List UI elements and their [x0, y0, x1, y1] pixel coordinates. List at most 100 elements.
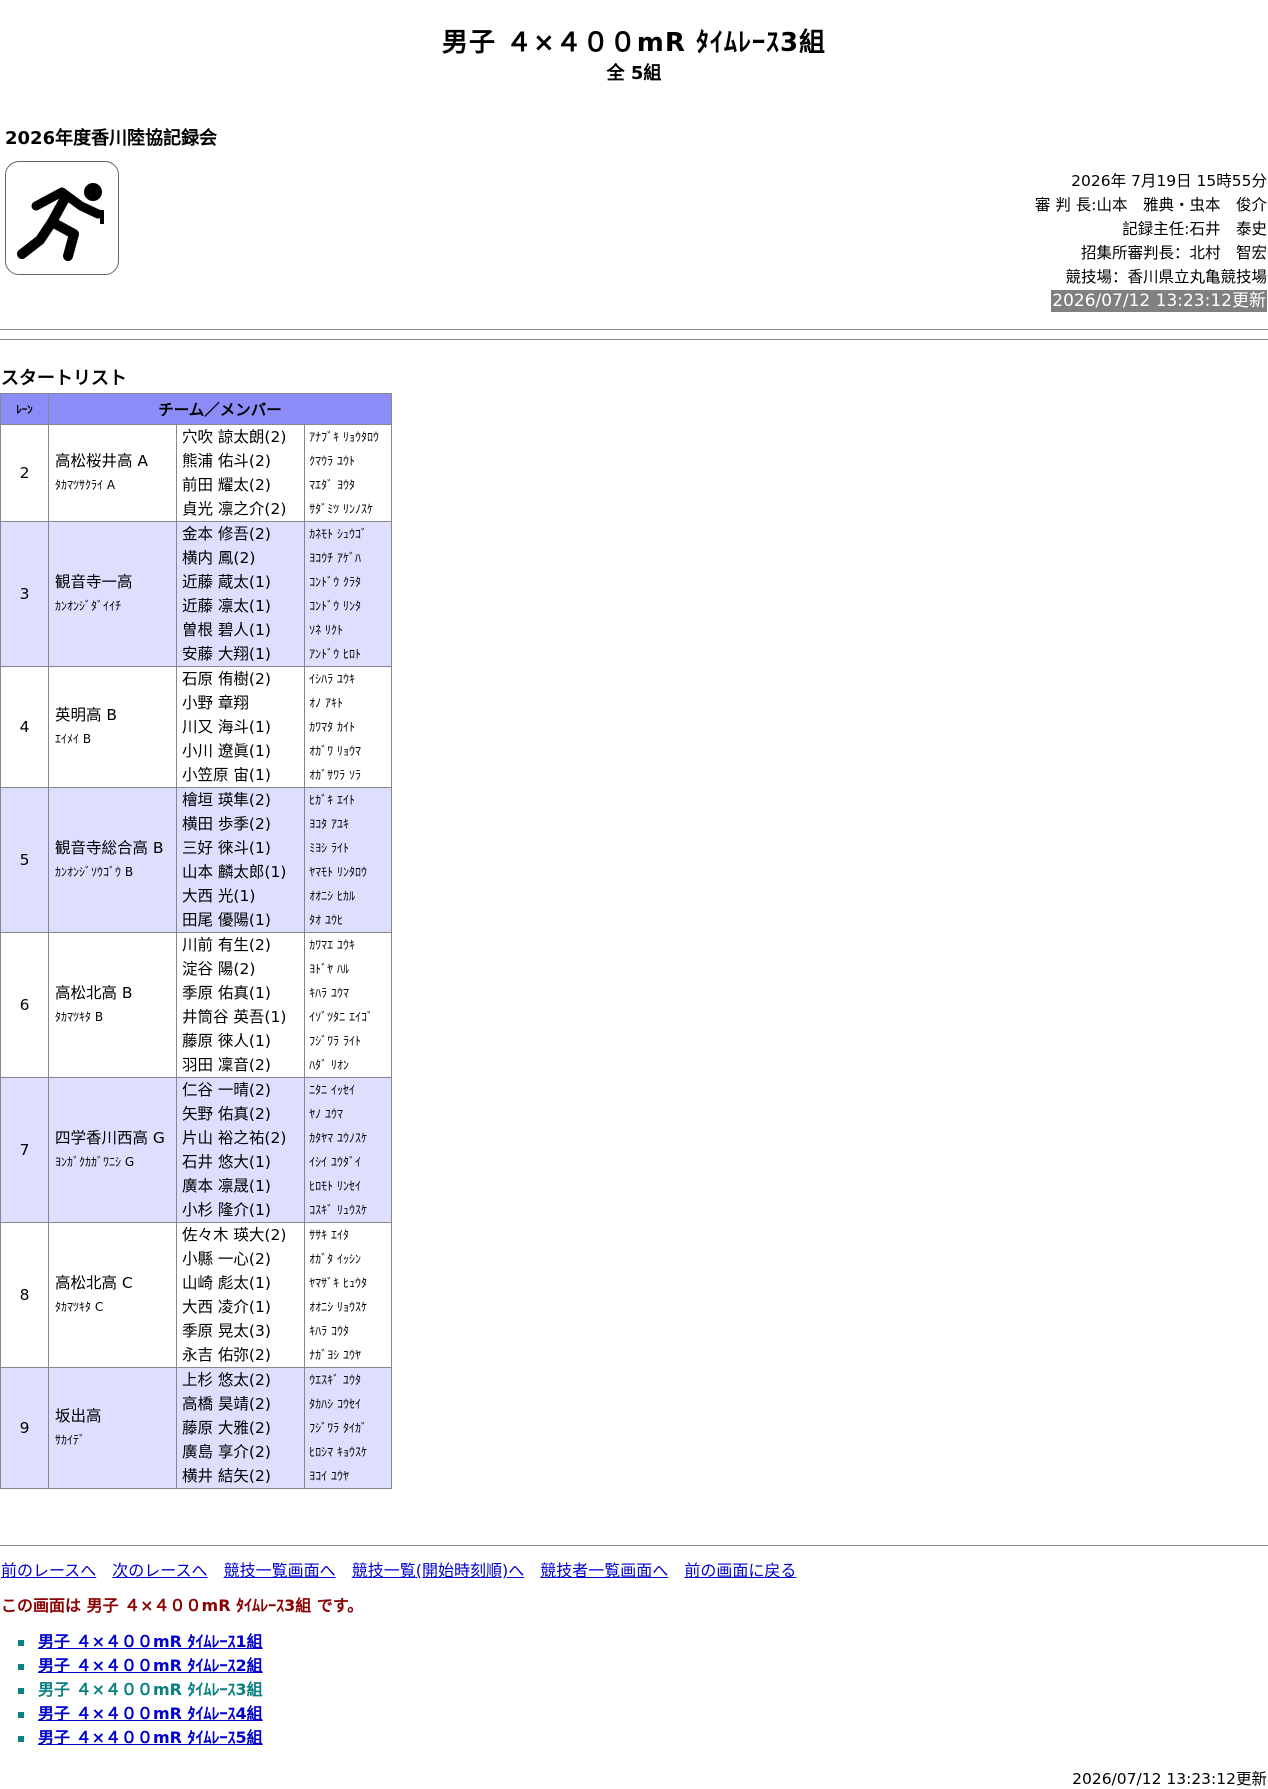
- event-datetime: 2026年 7月19日 15時55分: [1071, 172, 1267, 190]
- member-kana: ﾐﾖｼ ﾗｲﾄ: [309, 841, 349, 855]
- race-list-item: 男子 ４×４００mR ﾀｲﾑﾚｰｽ4組: [18, 1702, 263, 1726]
- lane-cell: 5: [0, 787, 49, 933]
- member-kana: ﾅｶﾞﾖｼ ﾕｳﾔ: [309, 1348, 361, 1362]
- table-row: 8 高松北高 C ﾀｶﾏﾂｷﾀ C 佐々木 瑛大(2) 小縣 一心(2) 山崎 彪太(1)…: [0, 1222, 392, 1368]
- member-name: 金本 修吾(2): [182, 525, 271, 543]
- member-kana: ﾋﾛｼﾏ ｷｮｳｽｹ: [309, 1445, 367, 1459]
- table-row: 7 四学香川西高 G ﾖﾝｶﾞｸｶｶﾞﾜﾆｼ G 仁谷 一晴(2) 矢野 佑真(2) 片山…: [0, 1077, 392, 1223]
- member-kana: ｳｴｽｷﾞ ﾕｳﾀ: [309, 1373, 361, 1387]
- members-cell: 金本 修吾(2) 横内 鳳(2) 近藤 蔵太(1) 近藤 凛太(1) 曽根 碧人(1) 安…: [175, 521, 306, 667]
- bullet-icon: [18, 1663, 24, 1670]
- members-kana-cell: ｲｼﾊﾗ ﾕｳｷ ｵﾉ ｱｷﾄ ｶﾜﾏﾀ ｶｲﾄ ｵｶﾞﾜ ﾘｮｳﾏ ｵｶﾞｻﾜﾗ ｿﾗ: [304, 666, 392, 788]
- member-kana: ﾖｺｳﾁ ｱｹﾞﾊ: [309, 551, 361, 565]
- updated-timestamp: 2026/07/12 13:23:12更新: [1051, 290, 1267, 312]
- event-list-link[interactable]: 競技一覧画面へ: [224, 1561, 336, 1580]
- member-kana: ｵｵﾆｼ ﾘｮｳｽｹ: [309, 1300, 367, 1314]
- members-kana-cell: ﾆﾀﾆ ｲｯｾｲ ﾔﾉ ﾕｳﾏ ｶﾀﾔﾏ ﾕｳﾉｽｹ ｲｼｲ ﾕｳﾀﾞｲ ﾋﾛﾓﾄ ﾘﾝ…: [304, 1077, 392, 1223]
- team-header: チーム／メンバー: [48, 393, 392, 425]
- table-row: 6 高松北高 B ﾀｶﾏﾂｷﾀ B 川前 有生(2) 淀谷 陽(2) 季原 佑真(1) 井筒…: [0, 932, 392, 1078]
- prev-race-link[interactable]: 前のレースへ: [1, 1561, 96, 1580]
- member-name: 山本 麟太郎(1): [182, 863, 287, 881]
- event-info: 2026年 7月19日 15時55分 審 判 長:山本 雅典・虫本 俊介 記録主…: [1035, 169, 1267, 313]
- member-name: 熊浦 佑斗(2): [182, 452, 271, 470]
- member-kana: ｲｼﾊﾗ ﾕｳｷ: [309, 672, 355, 686]
- venue: 競技場：香川県立丸亀競技場: [1065, 268, 1267, 286]
- members-cell: 上杉 悠太(2) 高橋 昊靖(2) 藤原 大雅(2) 廣島 享介(2) 横井 結矢(2): [175, 1367, 306, 1489]
- athlete-list-link[interactable]: 競技者一覧画面へ: [540, 1561, 668, 1580]
- members-kana-cell: ｶﾈﾓﾄ ｼｭｳｺﾞ ﾖｺｳﾁ ｱｹﾞﾊ ｺﾝﾄﾞｳ ｸﾗﾀ ｺﾝﾄﾞｳ ﾘﾝﾀ ｿﾈ …: [304, 521, 392, 667]
- team-kana: ｶﾝｵﾝｼﾞﾀﾞｲｲﾁ: [55, 599, 122, 613]
- members-kana-cell: ｻｻｷ ｴｲﾀ ｵｶﾞﾀ ｲｯｼﾝ ﾔﾏｻﾞｷ ﾋｭｳﾀ ｵｵﾆｼ ﾘｮｳｽｹ ｷﾊﾗ …: [304, 1222, 392, 1368]
- member-kana: ｻｻｷ ｴｲﾀ: [309, 1228, 349, 1242]
- member-kana: ﾆﾀﾆ ｲｯｾｲ: [309, 1083, 355, 1097]
- member-kana: ｲｼｲ ﾕｳﾀﾞｲ: [309, 1155, 361, 1169]
- bullet-icon: [18, 1711, 24, 1718]
- member-name: 片山 裕之祐(2): [182, 1129, 287, 1147]
- member-kana: ｶﾈﾓﾄ ｼｭｳｺﾞ: [309, 527, 367, 541]
- next-race-link[interactable]: 次のレースへ: [112, 1561, 207, 1580]
- member-kana: ｻﾀﾞﾐﾂ ﾘﾝﾉｽｹ: [309, 502, 373, 516]
- team-cell: 四学香川西高 G ﾖﾝｶﾞｸｶｶﾞﾜﾆｼ G: [48, 1077, 177, 1223]
- member-name: 小縣 一心(2): [182, 1250, 271, 1268]
- team-cell: 高松北高 B ﾀｶﾏﾂｷﾀ B: [48, 932, 177, 1078]
- members-cell: 川前 有生(2) 淀谷 陽(2) 季原 佑真(1) 井筒谷 英吾(1) 藤原 徠人(1)…: [175, 932, 306, 1078]
- member-kana: ｺﾝﾄﾞｳ ﾘﾝﾀ: [309, 599, 361, 613]
- member-name: 小杉 隆介(1): [182, 1201, 271, 1219]
- team-cell: 観音寺総合高 B ｶﾝｵﾝｼﾞｿｳｺﾞｳ B: [48, 787, 177, 933]
- member-name: 廣本 凛晟(1): [182, 1177, 271, 1195]
- member-name: 横内 鳳(2): [182, 549, 256, 567]
- member-name: 高橋 昊靖(2): [182, 1395, 271, 1413]
- members-kana-cell: ｶﾜﾏｴ ﾕｳｷ ﾖﾄﾞﾔ ﾊﾙ ｷﾊﾗ ﾕｳﾏ ｲｿﾞﾂﾀﾆ ｴｲｺﾞ ﾌｼﾞﾜﾗ ﾗ…: [304, 932, 392, 1078]
- member-kana: ﾌｼﾞﾜﾗ ﾗｲﾄ: [309, 1034, 361, 1048]
- member-name: 山崎 彪太(1): [182, 1274, 271, 1292]
- lane-cell: 2: [0, 424, 49, 522]
- race-link[interactable]: 男子 ４×４００mR ﾀｲﾑﾚｰｽ5組: [38, 1728, 263, 1747]
- race-list-item: 男子 ４×４００mR ﾀｲﾑﾚｰｽ5組: [18, 1726, 263, 1750]
- team-cell: 観音寺一高 ｶﾝｵﾝｼﾞﾀﾞｲｲﾁ: [48, 521, 177, 667]
- current-race-label: 男子 ４×４００mR ﾀｲﾑﾚｰｽ3組: [38, 1680, 263, 1699]
- member-kana: ｺﾝﾄﾞｳ ｸﾗﾀ: [309, 575, 361, 589]
- race-list-item: 男子 ４×４００mR ﾀｲﾑﾚｰｽ2組: [18, 1654, 263, 1678]
- team-kana: ﾀｶﾏﾂｷﾀ B: [55, 1010, 104, 1024]
- back-link[interactable]: 前の画面に戻る: [684, 1561, 796, 1580]
- member-name: 仁谷 一晴(2): [182, 1081, 271, 1099]
- divider: [0, 1545, 1268, 1546]
- member-kana: ｷﾊﾗ ｺｳﾀ: [309, 1324, 349, 1338]
- team-cell: 高松北高 C ﾀｶﾏﾂｷﾀ C: [48, 1222, 177, 1368]
- event-list-by-time-link[interactable]: 競技一覧(開始時刻順)へ: [352, 1561, 525, 1580]
- team-name: 高松桜井高 A: [55, 452, 149, 470]
- team-name: 高松北高 C: [55, 1274, 133, 1292]
- divider: [0, 339, 1268, 340]
- current-race-note: この画面は 男子 ４×４００mR ﾀｲﾑﾚｰｽ3組 です。: [1, 1596, 364, 1615]
- member-kana: ｿﾈ ﾘｸﾄ: [309, 623, 343, 637]
- member-kana: ﾋﾛﾓﾄ ﾘﾝｾｲ: [309, 1179, 361, 1193]
- member-kana: ｵｶﾞｻﾜﾗ ｿﾗ: [309, 768, 361, 782]
- member-name: 永吉 佑弥(2): [182, 1346, 271, 1364]
- members-kana-cell: ｳｴｽｷﾞ ﾕｳﾀ ﾀｶﾊｼ ｺｳｾｲ ﾌｼﾞﾜﾗ ﾀｲｶﾞ ﾋﾛｼﾏ ｷｮｳｽｹ ﾖｺ…: [304, 1367, 392, 1489]
- race-link[interactable]: 男子 ４×４００mR ﾀｲﾑﾚｰｽ2組: [38, 1656, 263, 1675]
- member-kana: ｵｶﾞﾀ ｲｯｼﾝ: [309, 1252, 361, 1266]
- race-link[interactable]: 男子 ４×４００mR ﾀｲﾑﾚｰｽ4組: [38, 1704, 263, 1723]
- divider: [0, 329, 1268, 330]
- table-row: 9 坂出高 ｻｶｲﾃﾞ 上杉 悠太(2) 高橋 昊靖(2) 藤原 大雅(2) 廣島 享介(2…: [0, 1367, 392, 1489]
- member-kana: ﾔﾏｻﾞｷ ﾋｭｳﾀ: [309, 1276, 367, 1290]
- lane-cell: 8: [0, 1222, 49, 1368]
- member-kana: ﾌｼﾞﾜﾗ ﾀｲｶﾞ: [309, 1421, 367, 1435]
- lane-header: ﾚｰﾝ: [0, 393, 49, 425]
- member-kana: ｶﾜﾏｴ ﾕｳｷ: [309, 938, 355, 952]
- member-name: 近藤 凛太(1): [182, 597, 271, 615]
- member-kana: ﾖｺｲ ﾕｳﾔ: [309, 1469, 349, 1483]
- member-name: 上杉 悠太(2): [182, 1371, 271, 1389]
- team-kana: ｶﾝｵﾝｼﾞｿｳｺﾞｳ B: [55, 865, 134, 879]
- member-name: 横井 結矢(2): [182, 1467, 271, 1485]
- member-name: 田尾 優陽(1): [182, 911, 271, 929]
- lane-cell: 4: [0, 666, 49, 788]
- race-list-item: 男子 ４×４００mR ﾀｲﾑﾚｰｽ1組: [18, 1630, 263, 1654]
- team-name: 英明高 B: [55, 706, 118, 724]
- bullet-icon: [18, 1735, 24, 1742]
- team-name: 四学香川西高 G: [55, 1129, 165, 1147]
- member-name: 羽田 凜音(2): [182, 1056, 271, 1074]
- member-kana: ｱﾅﾌﾞｷ ﾘｮｳﾀﾛｳ: [309, 430, 379, 444]
- member-kana: ｵｵﾆｼ ﾋｶﾙ: [309, 889, 355, 903]
- race-link[interactable]: 男子 ４×４００mR ﾀｲﾑﾚｰｽ1組: [38, 1632, 263, 1651]
